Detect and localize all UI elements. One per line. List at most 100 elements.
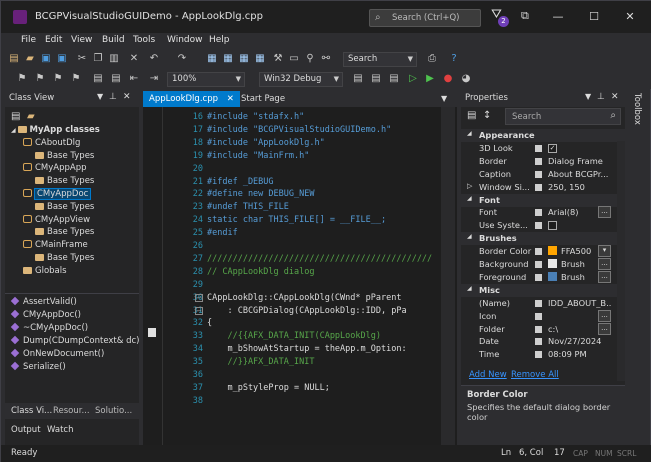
property-checkbox[interactable]: ✓ [548, 143, 557, 153]
tab-class-view[interactable]: Class Vi... [11, 406, 52, 416]
property-row[interactable]: Time 08:09 PM [461, 348, 625, 361]
view-options-icon[interactable]: ▤ [11, 111, 20, 122]
menu-window[interactable]: Window [167, 35, 203, 45]
window-layout-icon[interactable]: ▦ [205, 52, 219, 66]
property-category[interactable]: ◢ Appearance [461, 129, 625, 142]
menu-build[interactable]: Build [102, 35, 125, 45]
vertical-scrollbar[interactable] [441, 107, 455, 447]
property-row[interactable]: Date Nov/27/2024 [461, 335, 625, 348]
property-category[interactable]: ◢ Misc [461, 283, 625, 297]
pin-icon[interactable]: ⊥ [597, 92, 605, 102]
comment-icon[interactable]: ▤ [91, 72, 105, 86]
tree-item[interactable]: ◢ MyApp classes [11, 125, 100, 135]
property-search-input[interactable]: Search ⌕ [505, 108, 621, 125]
expand-icon[interactable]: ▷ [467, 182, 472, 190]
property-row[interactable]: Font Arial(8)... [461, 206, 625, 219]
paste-icon[interactable]: ▥ [107, 52, 121, 66]
undo-icon[interactable]: ↶ [147, 52, 161, 66]
save-all-icon[interactable]: ▣ [55, 52, 69, 66]
rebuild-icon[interactable]: ▤ [369, 72, 383, 86]
copy-icon[interactable]: ❐ [91, 52, 105, 66]
property-row[interactable]: ▷ Window Si... 250, 150 [461, 181, 625, 194]
collapse-icon[interactable]: − [195, 294, 203, 302]
bookmark-prev-icon[interactable]: ⚑ [33, 72, 47, 86]
property-browse-button[interactable]: ... [598, 309, 611, 322]
new-project-icon[interactable]: ▤ [7, 52, 21, 66]
property-row[interactable]: Border Dialog Frame [461, 155, 625, 168]
panel-menu-icon[interactable]: ▼ [97, 92, 103, 101]
start-debug-icon[interactable]: ▶ [423, 72, 437, 86]
toolbox-icon[interactable]: ▭ [287, 52, 301, 66]
tree-item[interactable]: Base Types [35, 227, 94, 237]
property-row[interactable]: (Name) IDD_ABOUT_B... [461, 297, 625, 310]
property-row[interactable]: Background Brush... [461, 258, 625, 271]
splitter[interactable] [5, 293, 139, 294]
properties-window-icon[interactable]: ▦ [221, 52, 235, 66]
property-browse-button[interactable]: ▾ [598, 245, 611, 258]
tab-watch[interactable]: Watch [47, 425, 73, 435]
property-value-cell[interactable]: 250, 150 [548, 182, 612, 192]
menu-view[interactable]: View [71, 35, 92, 45]
close-button[interactable]: ✕ [620, 7, 640, 27]
tab-solution-explorer[interactable]: Solutio... [95, 406, 132, 416]
remove-all-link[interactable]: Remove All [511, 370, 559, 380]
add-new-link[interactable]: Add New [469, 370, 507, 380]
tab-start-page[interactable]: Start Page [235, 91, 291, 107]
breakpoint-icon[interactable]: ● [441, 72, 455, 86]
tree-item[interactable]: CMyAppApp [23, 163, 87, 173]
property-category[interactable]: ◢ Font [461, 193, 625, 207]
quick-launch-search[interactable]: ⌕ Search (Ctrl+Q) [369, 9, 481, 27]
new-folder-icon[interactable]: ▰ [27, 111, 35, 122]
tree-item[interactable]: CMyAppDoc [23, 188, 92, 200]
menu-edit[interactable]: Edit [45, 35, 62, 45]
bookmark-next-icon[interactable]: ⚑ [51, 72, 65, 86]
tree-item[interactable]: CMainFrame [23, 240, 88, 250]
property-browse-button[interactable]: ... [598, 258, 611, 270]
tree-item[interactable]: CMyAppView [23, 214, 90, 225]
tools-icon[interactable]: ⚒ [271, 52, 285, 66]
find-icon[interactable]: ⚲ [303, 52, 317, 66]
pin-icon[interactable]: ⊥ [109, 92, 117, 102]
collapse-icon[interactable]: ◢ [467, 195, 472, 202]
binoculars-icon[interactable]: ⚯ [319, 52, 333, 66]
property-row[interactable]: Border Color FFA500 ▾ [461, 245, 625, 258]
solution-explorer-icon[interactable]: ▦ [237, 52, 251, 66]
minimize-button[interactable]: — [548, 7, 568, 27]
property-value-cell[interactable]: Dialog Frame [548, 156, 612, 166]
indent-icon[interactable]: ⇥ [147, 72, 161, 86]
property-value-cell[interactable]: IDD_ABOUT_B... [548, 298, 612, 308]
menu-file[interactable]: File [21, 35, 36, 45]
delete-icon[interactable]: ✕ [127, 52, 141, 66]
print-icon[interactable]: ⎙ [425, 52, 439, 66]
class-view-icon[interactable]: ▦ [253, 52, 267, 66]
zoom-combo[interactable]: 100% ▼ [167, 72, 245, 87]
toolbox-side-tab[interactable]: Toolbox [628, 91, 648, 151]
tree-item[interactable]: Base Types [35, 176, 94, 186]
tree-item[interactable]: Base Types [35, 151, 94, 161]
property-browse-button[interactable]: ... [598, 270, 611, 283]
property-row[interactable]: 3D Look ✓ [461, 142, 625, 155]
tab-output[interactable]: Output [11, 425, 41, 435]
alphabetical-icon[interactable]: ↕ [483, 110, 491, 121]
redo-icon[interactable]: ↷ [175, 52, 189, 66]
close-icon[interactable]: ✕ [123, 92, 131, 102]
property-row[interactable]: Folder c:\... [461, 322, 625, 336]
property-row[interactable]: Caption About BCGPr... [461, 168, 625, 181]
palette-icon[interactable]: ◕ [459, 72, 473, 86]
close-icon[interactable]: ✕ [611, 92, 619, 102]
menu-help[interactable]: Help [209, 35, 230, 45]
live-share-icon[interactable]: ⧉ [521, 9, 529, 23]
close-icon[interactable]: ✕ [227, 94, 234, 104]
property-value-cell[interactable]: About BCGPr... [548, 169, 612, 179]
tree-item[interactable]: CAboutDlg [23, 137, 80, 148]
property-value-cell[interactable]: 08:09 PM [548, 349, 612, 359]
platform-combo[interactable]: Win32 Debug ▼ [259, 72, 343, 87]
open-folder-icon[interactable]: ▰ [23, 52, 37, 66]
categorized-icon[interactable]: ▤ [467, 110, 476, 121]
property-value-cell[interactable]: Nov/27/2024 [548, 336, 612, 346]
property-browse-button[interactable]: ... [598, 322, 611, 335]
save-icon[interactable]: ▣ [39, 52, 53, 66]
uncomment-icon[interactable]: ▤ [109, 72, 123, 86]
member-item[interactable]: ~CMyAppDoc() [10, 322, 88, 333]
tree-item[interactable]: Globals [23, 266, 67, 276]
